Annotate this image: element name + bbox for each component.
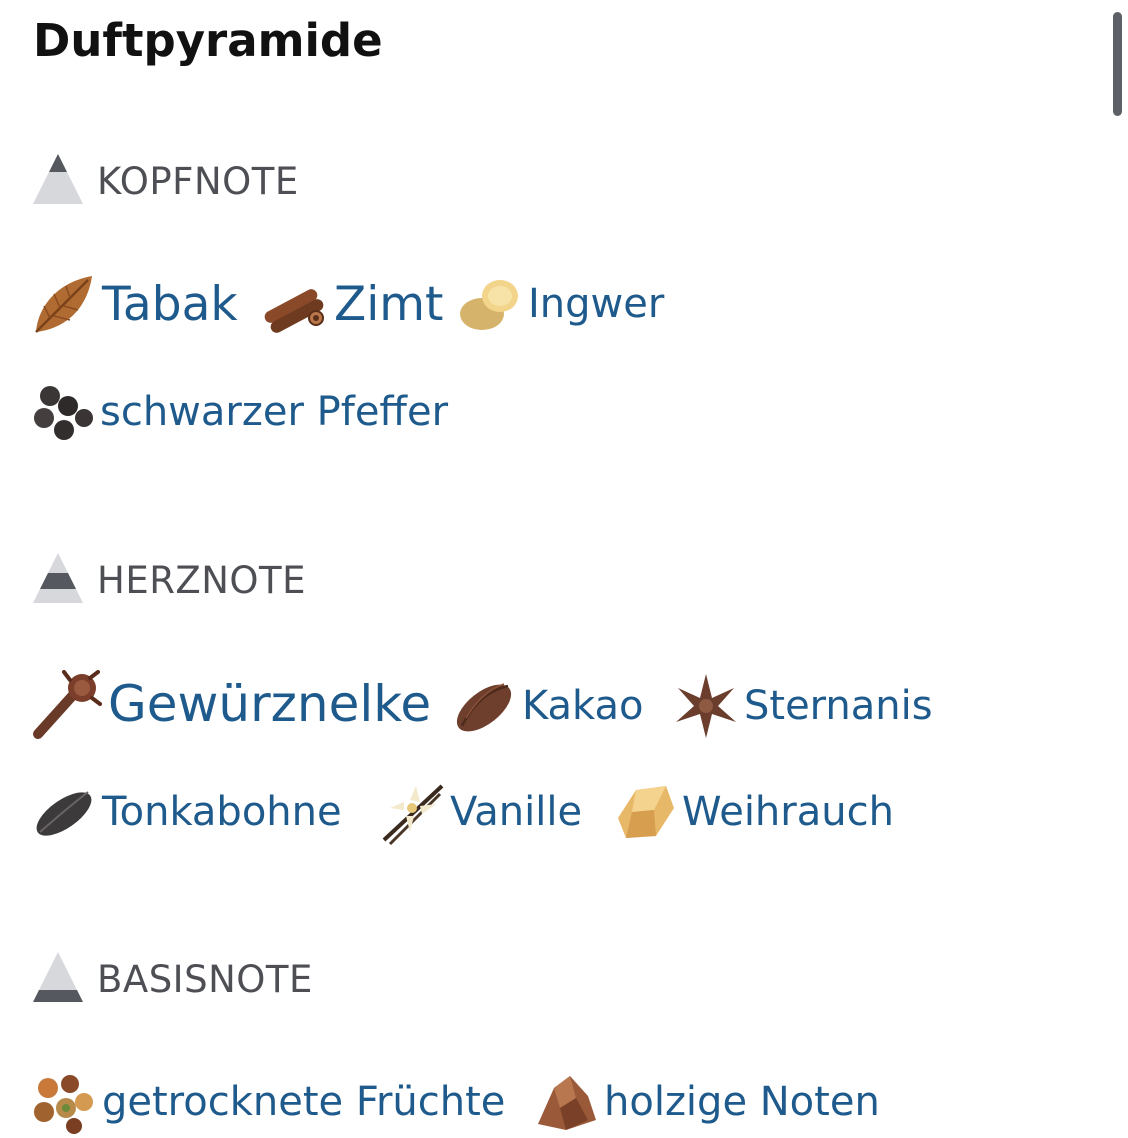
pyramid-top-icon <box>33 154 83 204</box>
note-tonkabohne[interactable]: Tonkabohne <box>30 776 342 848</box>
section-label: BASISNOTE <box>97 958 313 1001</box>
note-schwarzer-pfeffer[interactable]: schwarzer Pfeffer <box>30 376 448 448</box>
note-gewurznelke[interactable]: Gewürznelke <box>30 668 431 740</box>
vanilla-flower-icon <box>382 784 444 846</box>
clove-icon <box>33 670 102 739</box>
frankincense-icon <box>618 786 674 838</box>
note-ingwer[interactable]: Ingwer <box>456 268 664 340</box>
pyramid-middle-icon <box>33 553 83 603</box>
note-kakao[interactable]: Kakao <box>450 670 643 742</box>
dried-fruits-icon <box>34 1075 93 1134</box>
note-label: Tabak <box>102 276 238 332</box>
woody-notes-icon <box>538 1076 596 1130</box>
note-label: Weihrauch <box>682 789 894 835</box>
cocoa-pod-icon <box>456 683 512 732</box>
note-label: schwarzer Pfeffer <box>100 389 449 435</box>
section-label: HERZNOTE <box>97 559 307 602</box>
note-weihrauch[interactable]: Weihrauch <box>610 776 894 848</box>
note-label: holzige Noten <box>604 1079 880 1125</box>
note-label: Sternanis <box>744 683 933 729</box>
scrollbar-thumb[interactable] <box>1113 12 1122 116</box>
section-label: KOPFNOTE <box>97 160 299 203</box>
note-tabak[interactable]: Tabak <box>30 268 238 340</box>
note-label: Kakao <box>522 683 644 729</box>
black-pepper-icon <box>34 386 93 440</box>
note-label: Zimt <box>334 276 444 332</box>
note-vanille[interactable]: Vanille <box>380 776 582 848</box>
note-getrocknete-fruchte[interactable]: getrocknete Früchte <box>30 1066 505 1138</box>
note-label: Gewürznelke <box>108 675 432 733</box>
note-label: Ingwer <box>528 281 665 327</box>
pyramid-base-icon <box>33 952 83 1002</box>
tonka-bean-icon <box>36 791 92 836</box>
ginger-icon <box>460 280 518 330</box>
page-title: Duftpyramide <box>33 14 383 67</box>
note-holzige-noten[interactable]: holzige Noten <box>532 1066 880 1138</box>
note-label: Vanille <box>450 789 583 835</box>
cinnamon-icon <box>264 289 324 333</box>
note-label: getrocknete Früchte <box>102 1079 506 1125</box>
tobacco-leaf-icon <box>35 276 92 333</box>
note-zimt[interactable]: Zimt <box>258 268 443 340</box>
star-anise-icon <box>676 674 736 738</box>
note-sternanis[interactable]: Sternanis <box>672 670 933 742</box>
note-label: Tonkabohne <box>102 789 342 835</box>
